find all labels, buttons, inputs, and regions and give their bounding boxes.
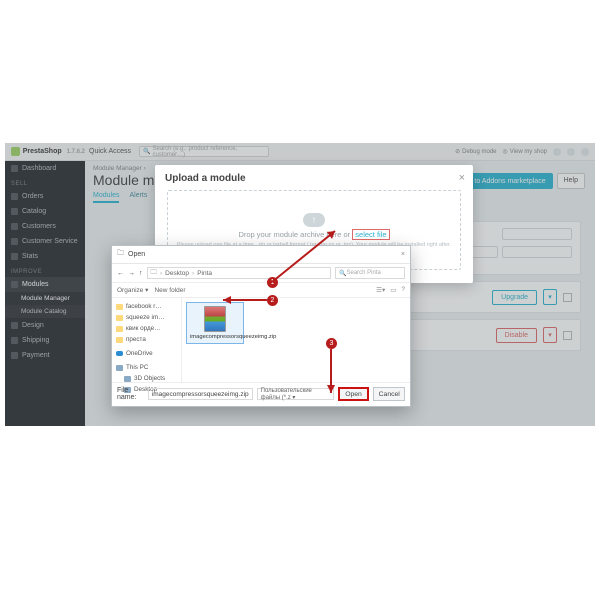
avatar[interactable]	[581, 148, 589, 156]
path-bar[interactable]: 🗀DesktopPinta	[147, 267, 332, 279]
quick-access-menu[interactable]: Quick Access	[89, 148, 131, 155]
module-checkbox-2[interactable]	[563, 331, 572, 340]
dialog-close-icon[interactable]: ×	[401, 251, 405, 258]
orders-icon	[11, 193, 18, 200]
folder-icon	[116, 337, 123, 343]
file-item-name: imagecompressorsqueezeimg.zip	[190, 334, 276, 340]
upgrade-dropdown[interactable]: ▾	[543, 289, 557, 305]
sidebar-subitem-module-catalog[interactable]: Module Catalog	[5, 305, 85, 318]
nav-back-icon[interactable]: ←	[117, 270, 124, 277]
global-search-input[interactable]: 🔍 Search (e.g.: product reference, custo…	[139, 146, 269, 157]
thispc-icon	[116, 365, 123, 371]
trophy-icon[interactable]	[567, 148, 575, 156]
brand-version: 1.7.6.2	[67, 149, 85, 155]
onedrive-icon	[116, 351, 123, 356]
help-icon[interactable]: ?	[401, 286, 405, 294]
sidebar-item-customers[interactable]: Customers	[5, 219, 85, 234]
brand-logo: PrestaShop 1.7.6.2	[5, 147, 85, 156]
customers-icon	[11, 223, 18, 230]
cloud-upload-icon	[303, 213, 325, 227]
brand-name: PrestaShop	[23, 148, 62, 155]
disable-dropdown[interactable]: ▾	[543, 327, 557, 343]
modal-title: Upload a module	[155, 165, 473, 190]
nav-up-icon[interactable]: ↑	[139, 270, 143, 277]
help-button[interactable]: Help	[557, 173, 585, 189]
category-select[interactable]	[502, 228, 572, 240]
search-placeholder: Search (e.g.: product reference, custome…	[153, 146, 266, 158]
dropzone-text: Drop your module archive here or	[238, 230, 350, 239]
filetype-select[interactable]: Пользовательские файлы (*.z ▾	[257, 388, 334, 400]
file-list[interactable]: imagecompressorsqueezeimg.zip	[182, 298, 410, 382]
sidebar-item-design[interactable]: Design	[5, 318, 85, 333]
admin-topbar: PrestaShop 1.7.6.2 Quick Access 🔍 Search…	[5, 143, 595, 161]
view-shop-link[interactable]: ◎ View my shop	[503, 148, 548, 155]
preview-pane-icon[interactable]: ▭	[390, 286, 396, 294]
new-folder-button[interactable]: New folder	[154, 287, 185, 294]
file-item-selected[interactable]: imagecompressorsqueezeimg.zip	[186, 302, 244, 344]
sidebar-item-dashboard[interactable]: Dashboard	[5, 161, 85, 176]
filename-label: File name:	[117, 387, 144, 401]
folder-tree[interactable]: facebook r… squeeze im… квик орде… прест…	[112, 298, 182, 382]
support-icon	[11, 238, 18, 245]
sidebar-section-improve: IMPROVE	[5, 264, 85, 277]
archive-icon	[204, 306, 226, 332]
sidebar-item-shipping[interactable]: Shipping	[5, 333, 85, 348]
organize-menu[interactable]: Organize ▾	[117, 286, 148, 294]
sidebar-item-payment[interactable]: Payment	[5, 348, 85, 363]
module-checkbox-1[interactable]	[563, 293, 572, 302]
close-icon[interactable]: ×	[459, 172, 465, 184]
dashboard-icon	[11, 165, 18, 172]
search-icon: 🔍	[143, 148, 150, 155]
sidebar-section-sell: SELL	[5, 176, 85, 189]
folder-icon	[116, 326, 123, 332]
design-icon	[11, 322, 18, 329]
screenshot-root: PrestaShop 1.7.6.2 Quick Access 🔍 Search…	[5, 143, 595, 426]
cancel-button[interactable]: Cancel	[373, 387, 405, 401]
sidebar-item-stats[interactable]: Stats	[5, 249, 85, 264]
file-search-input[interactable]: 🔍 Search Pinta	[335, 267, 405, 279]
tab-modules[interactable]: Modules	[93, 192, 119, 203]
sidebar-item-modules[interactable]: Modules	[5, 277, 85, 292]
debug-mode-toggle[interactable]: ⊘ Debug mode	[455, 148, 496, 155]
nav-fwd-icon[interactable]: →	[128, 270, 135, 277]
sidebar-item-orders[interactable]: Orders	[5, 189, 85, 204]
filename-input[interactable]: imagecompressorsqueezeimg.zip	[148, 388, 253, 400]
brand-icon	[11, 147, 20, 156]
admin-sidebar: Dashboard SELL Orders Catalog Customers …	[5, 161, 85, 426]
bulk-select[interactable]	[502, 246, 572, 258]
objects3d-icon	[124, 376, 131, 382]
sidebar-subitem-module-manager[interactable]: Module Manager	[5, 292, 85, 305]
tab-alerts[interactable]: Alerts	[129, 192, 147, 203]
dialog-title: Open	[128, 251, 145, 258]
sidebar-item-customer-service[interactable]: Customer Service	[5, 234, 85, 249]
folder-icon	[116, 304, 123, 310]
payment-icon	[11, 352, 18, 359]
shipping-icon	[11, 337, 18, 344]
file-open-dialog: 🗀 Open × ← → ↑ 🗀DesktopPinta 🔍 Search Pi…	[111, 245, 411, 407]
open-button[interactable]: Open	[338, 387, 370, 401]
disable-button[interactable]: Disable	[496, 328, 537, 343]
catalog-icon	[11, 208, 18, 215]
notifications-icon[interactable]	[553, 148, 561, 156]
upgrade-button[interactable]: Upgrade	[492, 290, 537, 305]
select-file-link[interactable]: select file	[352, 229, 389, 240]
stats-icon	[11, 253, 18, 260]
modules-icon	[11, 281, 18, 288]
folder-icon: 🗀	[117, 249, 124, 260]
folder-icon	[116, 315, 123, 321]
sidebar-item-catalog[interactable]: Catalog	[5, 204, 85, 219]
view-options-icon[interactable]: ☰▾	[376, 286, 385, 294]
